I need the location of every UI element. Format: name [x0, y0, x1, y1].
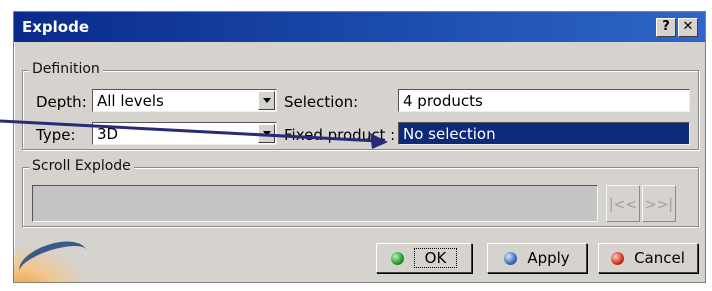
help-icon: ? [662, 19, 670, 34]
apply-icon [504, 251, 518, 265]
depth-dropdown-button[interactable] [258, 91, 275, 110]
type-dropdown-button[interactable] [258, 124, 275, 143]
fixed-product-label: Fixed product : [284, 126, 396, 144]
selection-label: Selection: [284, 93, 359, 111]
ok-label: OK [413, 248, 458, 268]
last-step-button[interactable]: >>| [642, 185, 676, 222]
definition-legend: Definition [29, 61, 103, 77]
title-bar: Explode ? ✕ [14, 12, 705, 42]
explode-dialog: Explode ? ✕ Definition Depth: All levels… [13, 11, 706, 283]
depth-combo[interactable]: All levels [92, 89, 277, 112]
ok-icon [390, 251, 404, 265]
close-button[interactable]: ✕ [678, 18, 698, 37]
depth-value: All levels [97, 92, 164, 110]
type-label: Type: [36, 126, 76, 144]
help-button[interactable]: ? [656, 18, 676, 37]
selection-value: 4 products [403, 92, 483, 110]
type-combo[interactable]: 3D [92, 122, 277, 145]
fixed-product-value: No selection [403, 125, 496, 143]
ok-button[interactable]: OK [376, 243, 472, 273]
cancel-button[interactable]: Cancel [598, 243, 698, 273]
type-value: 3D [97, 125, 119, 143]
window-title: Explode [22, 18, 90, 36]
cancel-label: Cancel [634, 249, 685, 267]
apply-label: Apply [527, 249, 570, 267]
skip-forward-icon: >>| [644, 197, 674, 213]
selection-field[interactable]: 4 products [398, 89, 690, 112]
scroll-explode-slider[interactable] [32, 185, 598, 222]
first-step-button[interactable]: |<< [606, 185, 640, 222]
depth-label: Depth: [36, 93, 87, 111]
chevron-down-icon [262, 131, 271, 136]
skip-back-icon: |<< [608, 197, 638, 213]
close-icon: ✕ [682, 19, 694, 34]
fixed-product-field[interactable]: No selection [398, 122, 690, 145]
apply-button[interactable]: Apply [487, 243, 587, 273]
chevron-down-icon [262, 98, 271, 103]
cancel-icon [611, 251, 625, 265]
scroll-explode-legend: Scroll Explode [29, 158, 134, 174]
